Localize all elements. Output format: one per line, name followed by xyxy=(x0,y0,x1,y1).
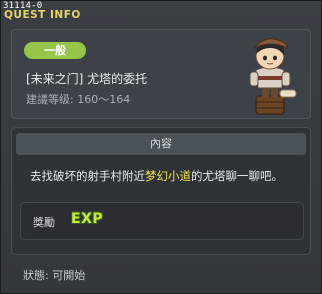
quest-category-badge: 一般 xyxy=(24,42,86,59)
quest-content-panel: 內容 去找破坏的射手村附近梦幻小道的尤塔聊一聊吧。 獎勵 EXP xyxy=(11,127,311,255)
window-title: QUEST INFO xyxy=(4,9,81,21)
description-text: 去找破坏的射手村附近 xyxy=(30,169,145,183)
quest-status: 狀態: 可開始 xyxy=(23,269,86,282)
content-section-header: 內容 xyxy=(16,133,306,155)
reward-box: 獎勵 EXP xyxy=(20,202,304,240)
exp-icon[interactable]: EXP xyxy=(71,211,103,229)
location-link[interactable]: 梦幻小道 xyxy=(145,169,191,183)
description-text-end: 的尤塔聊一聊吧。 xyxy=(191,169,283,183)
quest-level-range: 建議等级: 160～164 xyxy=(26,93,131,106)
npc-portrait-icon xyxy=(249,38,297,115)
quest-summary-panel: 一般 [未来之门] 尤塔的委托 建議等级: 160～164 xyxy=(11,29,311,119)
quest-description: 去找破坏的射手村附近梦幻小道的尤塔聊一聊吧。 xyxy=(30,168,300,184)
quest-name: [未来之门] 尤塔的委托 xyxy=(26,72,148,86)
reward-label: 獎勵 xyxy=(33,216,55,229)
quest-info-window: 31114-0 QUEST INFO 一般 [未来之门] 尤塔的委托 建議等级:… xyxy=(0,0,322,294)
